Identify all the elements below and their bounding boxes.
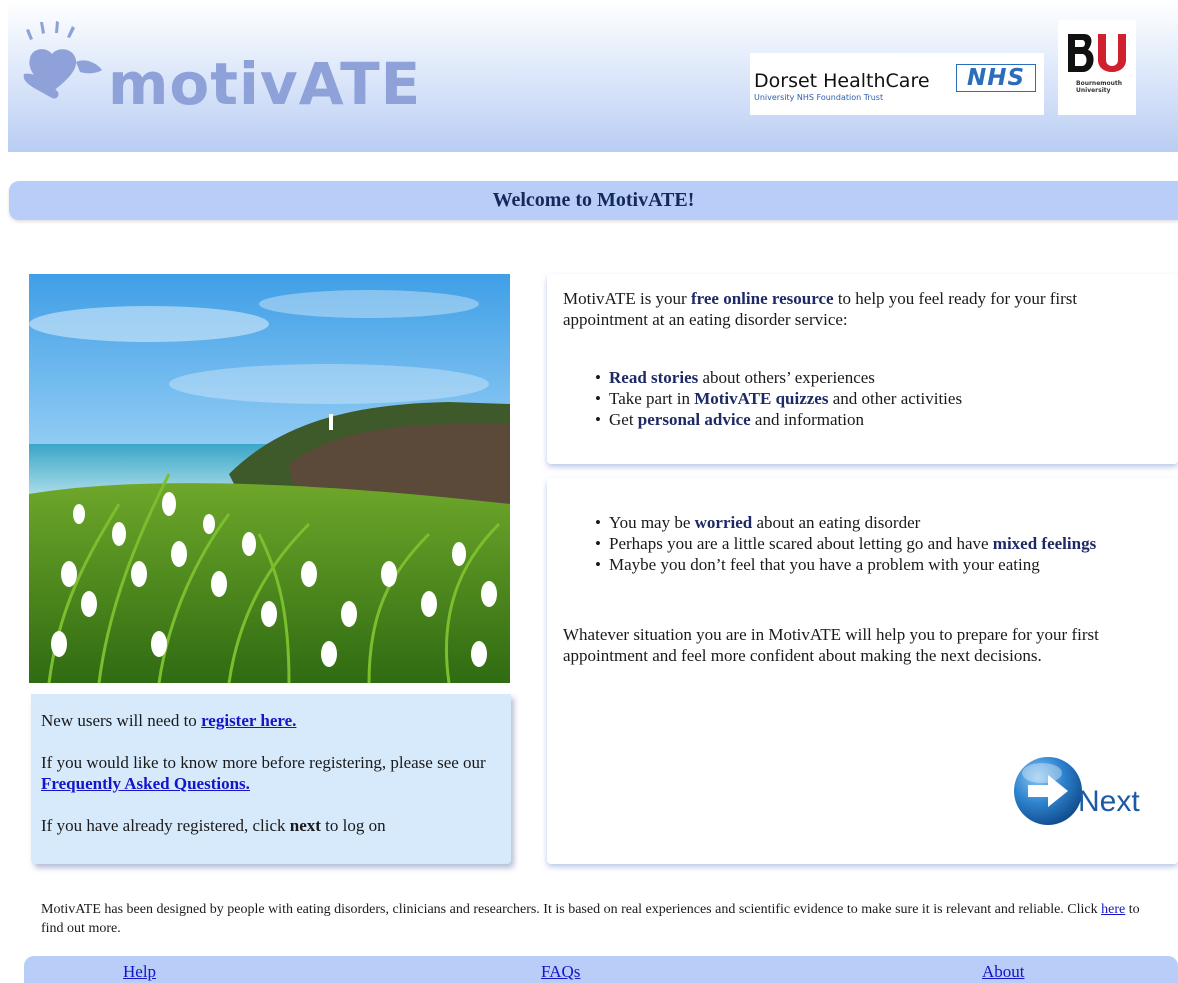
intro-panel: MotivATE is your free online resource to… <box>547 274 1178 464</box>
dorset-healthcare-logo[interactable]: Dorset HealthCare University NHS Foundat… <box>750 53 1044 115</box>
list-item: Maybe you don’t feel that you have a pro… <box>595 554 1162 575</box>
next-label: Next <box>1078 785 1140 818</box>
list-item: Read stories about others’ experiences <box>595 367 1162 388</box>
next-button[interactable]: Next <box>1012 755 1148 833</box>
bu-letters-icon <box>1068 34 1126 72</box>
nhs-badge: NHS <box>956 64 1036 92</box>
register-link[interactable]: register here. <box>201 711 296 730</box>
site-header: motivATE Dorset HealthCare University NH… <box>8 0 1178 152</box>
find-out-more-link[interactable]: here <box>1101 902 1125 917</box>
register-line: New users will need to register here. <box>41 711 297 730</box>
closing-text: Whatever situation you are in MotivATE w… <box>563 625 1099 665</box>
bournemouth-university-logo[interactable]: Bournemouth University <box>1058 20 1136 115</box>
registration-info-box: New users will need to register here. If… <box>31 694 511 864</box>
nav-about-link[interactable]: About <box>982 962 1025 982</box>
list-item: Take part in MotivATE quizzes and other … <box>595 388 1162 409</box>
arrow-right-circle-icon <box>1014 757 1082 825</box>
about-footer-text: MotivATE has been designed by people wit… <box>41 902 1140 936</box>
faq-link[interactable]: Frequently Asked Questions. <box>41 774 250 793</box>
features-list: Read stories about others’ experiences T… <box>595 367 1162 430</box>
list-item: Perhaps you are a little scared about le… <box>595 533 1162 554</box>
hand-heart-icon <box>23 21 102 99</box>
intro-text: MotivATE is your free online resource to… <box>563 289 1078 329</box>
login-line: If you have already registered, click ne… <box>41 816 386 835</box>
bottom-navigation: Help FAQs About <box>24 956 1178 983</box>
situation-list: You may be worried about an eating disor… <box>595 512 1162 575</box>
nav-help-link[interactable]: Help <box>123 962 156 982</box>
welcome-heading: Welcome to MotivATE! <box>9 181 1178 220</box>
list-item: You may be worried about an eating disor… <box>595 512 1162 533</box>
partner-subtitle: Bournemouth University <box>1076 80 1123 94</box>
list-item: Get personal advice and information <box>595 409 1162 430</box>
motivate-logo[interactable]: motivATE <box>22 18 422 118</box>
coastal-flowers-photo <box>29 274 510 683</box>
partner-name: Dorset HealthCare <box>754 70 930 92</box>
faq-line: If you would like to know more before re… <box>41 753 486 793</box>
partner-subtitle: University NHS Foundation Trust <box>754 93 884 102</box>
logo-wordmark: motivATE <box>108 50 422 118</box>
nav-faqs-link[interactable]: FAQs <box>541 962 580 982</box>
